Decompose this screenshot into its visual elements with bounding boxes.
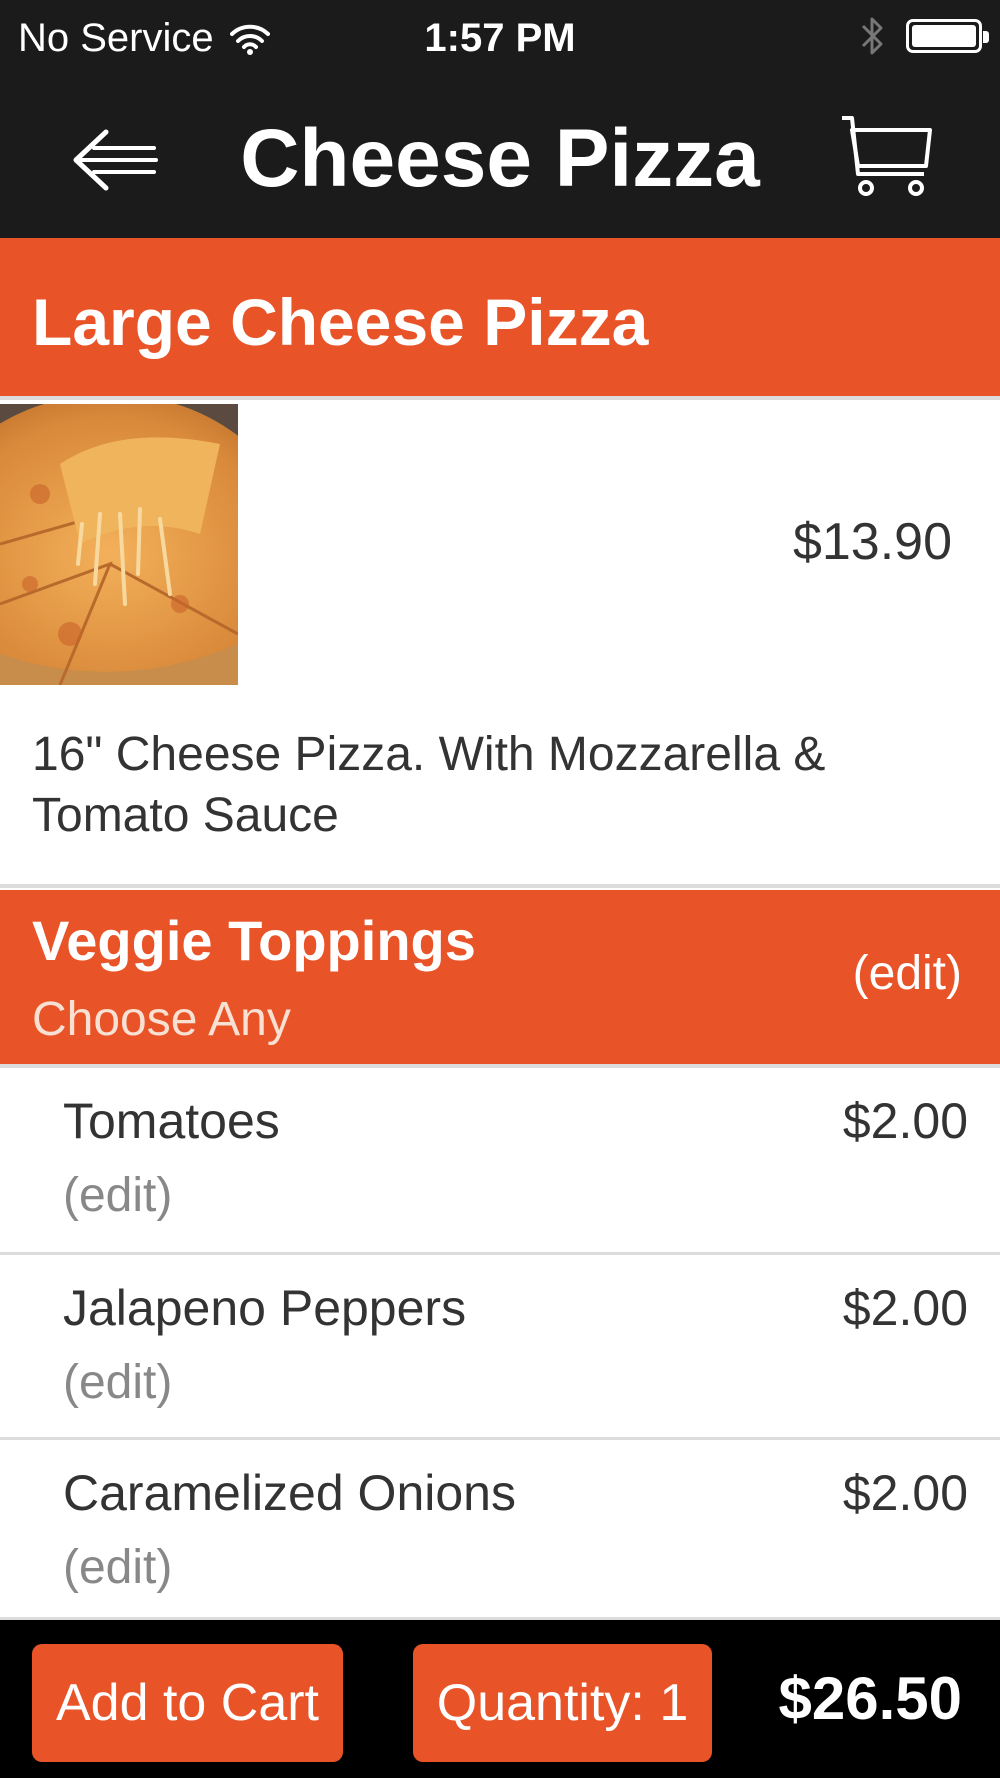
bluetooth-icon [861,17,883,55]
status-time: 1:57 PM [424,16,576,60]
option-row[interactable]: Tomatoes $2.00 (edit) [0,1068,1000,1255]
option-row[interactable]: Jalapeno Peppers $2.00 (edit) [0,1255,1000,1440]
status-bar: No Service 1:57 PM [0,0,1000,80]
divider [0,396,1000,400]
product-description: 16" Cheese Pizza. With Mozzarella & Toma… [32,728,826,842]
battery-icon [906,19,989,53]
option-name: Jalapeno Peppers [63,1280,467,1336]
back-button[interactable] [66,120,166,200]
option-edit-link[interactable]: (edit) [63,1168,172,1223]
option-name: Caramelized Onions [63,1465,516,1521]
pizza-photo [0,404,238,685]
bottom-bar: Add to Cart Quantity: 1 $26.50 [0,1620,1000,1778]
battery-tip [983,31,989,43]
divider [0,884,1000,888]
battery-level [912,25,976,47]
quantity-button[interactable]: Quantity: 1 [413,1644,712,1762]
option-price: $2.00 [842,1280,968,1336]
product-header: Large Cheese Pizza [0,238,1000,396]
option-group-edit-link[interactable]: (edit) [853,946,962,1001]
option-row[interactable]: Caramelized Onions $2.00 (edit) [0,1440,1000,1620]
back-arrow-icon [73,129,158,191]
total-price: $26.50 [778,1665,962,1732]
cart-button[interactable] [836,114,936,204]
product-price: $13.90 [792,513,952,571]
add-to-cart-button[interactable]: Add to Cart [32,1644,343,1762]
option-price: $2.00 [842,1093,968,1149]
option-group-header: Veggie Toppings Choose Any (edit) [0,890,1000,1064]
status-right [860,14,989,58]
option-group-subtitle: Choose Any [32,993,291,1046]
product-image [0,404,238,685]
option-group-title: Veggie Toppings [32,909,476,972]
option-price: $2.00 [842,1465,968,1521]
product-name: Large Cheese Pizza [32,285,649,359]
option-name: Tomatoes [63,1093,280,1149]
option-edit-link[interactable]: (edit) [63,1540,172,1595]
option-edit-link[interactable]: (edit) [63,1355,172,1410]
nav-bar: Cheese Pizza [0,80,1000,238]
shopping-cart-icon [842,116,932,196]
